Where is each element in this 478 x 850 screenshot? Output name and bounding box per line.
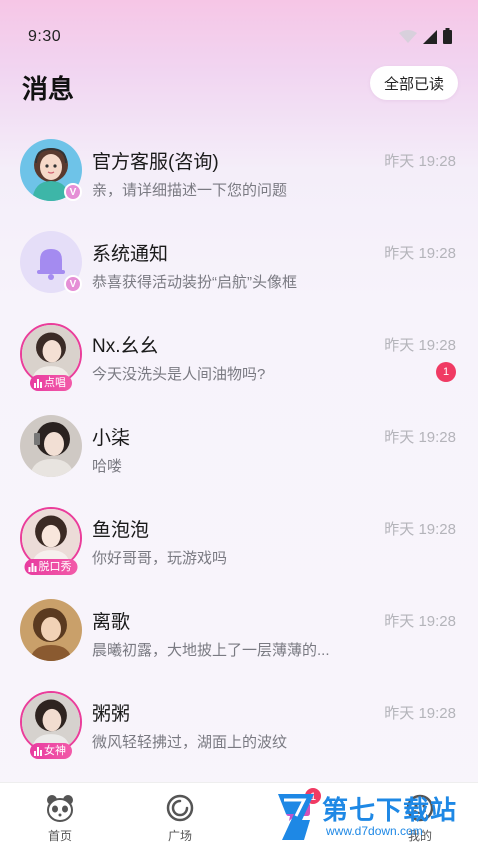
avatar-wrap — [20, 599, 82, 661]
tag-badge: 点唱 — [30, 375, 72, 391]
message-preview: 今天没洗头是人间油物吗? — [92, 366, 266, 383]
status-bar: 9:30 — [0, 0, 478, 60]
battery-icon — [443, 28, 452, 44]
list-item[interactable]: 女神 粥粥 微风轻轻拂过，湖面上的波纹 昨天 19:28 — [0, 677, 478, 769]
tab-label: 广场 — [167, 829, 192, 843]
message-preview: 恭喜获得活动装扮“启航”头像框 — [92, 274, 297, 291]
watermark-title: 第七下载站 — [322, 795, 458, 825]
list-item[interactable]: V 官方客服(咨询) 亲，请详细描述一下您的问题 昨天 19:28 — [0, 125, 478, 217]
signal-icon — [423, 30, 437, 44]
message-preview: 哈喽 — [92, 458, 123, 475]
contact-name: 官方客服(咨询) — [92, 152, 219, 173]
verified-icon: V — [64, 183, 82, 201]
tag-badge: 女神 — [30, 743, 72, 759]
list-item[interactable]: 点唱 Nx.幺幺 今天没洗头是人间油物吗? 昨天 19:28 — [0, 309, 478, 401]
list-item[interactable]: V 系统通知 恭喜获得活动装扮“启航”头像框 昨天 19:28 — [0, 217, 478, 309]
avatar — [20, 599, 82, 661]
tag-badge: 脱口秀 — [24, 559, 78, 575]
equalizer-icon — [28, 562, 37, 572]
tag-label: 脱口秀 — [38, 561, 72, 573]
contact-name: 离歌 — [92, 612, 131, 633]
watermark: 第七下载站 www.d7down.com — [274, 790, 474, 844]
contact-name: 系统通知 — [92, 244, 169, 265]
message-preview: 晨曦初露，大地披上了一层薄薄的... — [92, 642, 330, 659]
message-time: 昨天 19:28 — [384, 705, 456, 722]
equalizer-icon — [34, 746, 42, 756]
status-icons — [399, 28, 452, 44]
avatar-wrap: 点唱 — [20, 323, 82, 391]
message-list: V 官方客服(咨询) 亲，请详细描述一下您的问题 昨天 19:28 V 系统通知… — [0, 125, 478, 769]
panda-icon — [47, 795, 73, 822]
wifi-icon — [399, 30, 417, 43]
avatar-wrap: V — [20, 231, 82, 293]
message-time: 昨天 19:28 — [384, 245, 456, 262]
avatar-wrap — [20, 415, 82, 477]
user-photo-icon — [20, 599, 82, 661]
equalizer-icon — [34, 378, 42, 388]
tab-home[interactable]: 首页 — [12, 783, 108, 850]
message-time: 昨天 19:28 — [384, 337, 456, 354]
message-time: 昨天 19:28 — [384, 153, 456, 170]
verified-icon: V — [64, 275, 82, 293]
message-time: 昨天 19:28 — [384, 613, 456, 630]
list-item[interactable]: 离歌 晨曦初露，大地披上了一层薄薄的... 昨天 19:28 — [0, 585, 478, 677]
mark-all-read-button[interactable]: 全部已读 — [370, 66, 458, 100]
tag-label: 点唱 — [44, 377, 66, 389]
message-time: 昨天 19:28 — [384, 521, 456, 538]
unread-count-badge: 1 — [436, 362, 456, 382]
list-item[interactable]: 脱口秀 鱼泡泡 你好哥哥，玩游戏吗 昨天 19:28 — [0, 493, 478, 585]
tab-plaza[interactable]: 广场 — [132, 783, 228, 850]
list-item[interactable]: 小柒 哈喽 昨天 19:28 — [0, 401, 478, 493]
page-title: 消息 — [22, 74, 75, 104]
tab-label: 首页 — [47, 829, 72, 843]
user-photo-icon — [20, 415, 82, 477]
message-preview: 亲，请详细描述一下您的问题 — [92, 182, 288, 199]
watermark-url: www.d7down.com — [326, 824, 423, 838]
watermark-logo-icon — [278, 794, 314, 840]
message-time: 昨天 19:28 — [384, 429, 456, 446]
avatar-wrap: 脱口秀 — [20, 507, 82, 575]
header: 消息 全部已读 — [0, 60, 478, 115]
contact-name: 粥粥 — [92, 704, 131, 725]
message-preview: 微风轻轻拂过，湖面上的波纹 — [92, 734, 288, 751]
avatar — [20, 415, 82, 477]
contact-name: 小柒 — [92, 428, 131, 449]
message-preview: 你好哥哥，玩游戏吗 — [92, 550, 228, 567]
avatar-wrap: V — [20, 139, 82, 201]
tag-label: 女神 — [44, 745, 66, 757]
avatar-wrap: 女神 — [20, 691, 82, 759]
contact-name: 鱼泡泡 — [92, 520, 150, 541]
status-time: 9:30 — [28, 28, 62, 45]
contact-name: Nx.幺幺 — [92, 336, 159, 357]
circle-icon — [166, 794, 194, 822]
